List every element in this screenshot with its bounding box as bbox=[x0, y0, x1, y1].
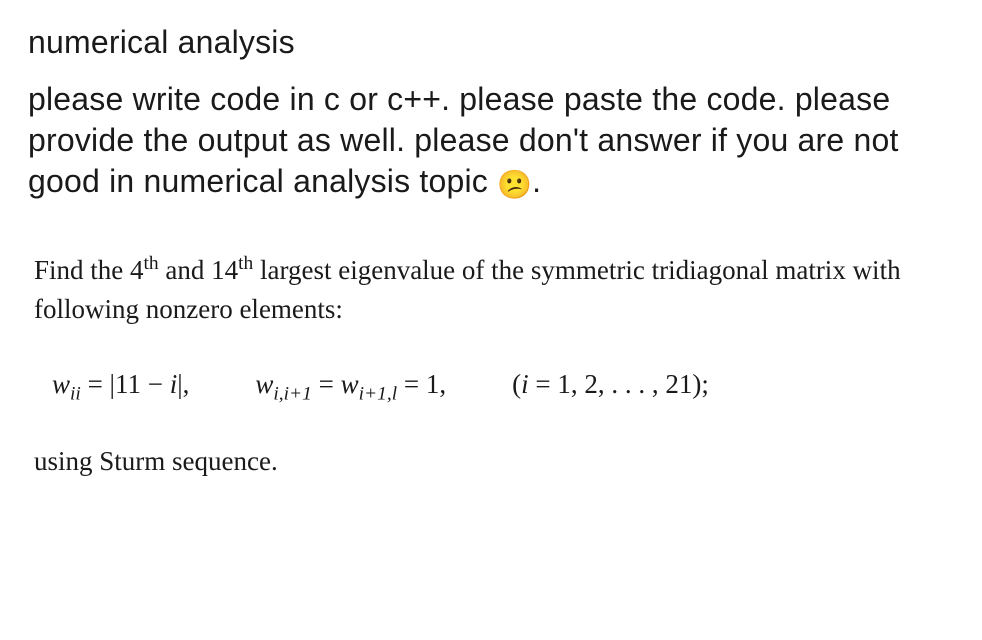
eq2-sub1: i,i+1 bbox=[273, 383, 312, 404]
ordinal-4: 4 bbox=[130, 255, 144, 285]
eq1-end: |, bbox=[177, 369, 189, 399]
eq3-open: ( bbox=[512, 369, 521, 399]
instructions-body: please write code in c or c++. please pa… bbox=[28, 81, 899, 199]
eq1-mid: = |11 − bbox=[81, 369, 170, 399]
problem-paragraph: Find the 4th and 14th largest eigenvalue… bbox=[34, 251, 934, 329]
problem-text-mid: and bbox=[159, 255, 211, 285]
equation-range: (i = 1, 2, . . . , 21); bbox=[512, 365, 709, 404]
eq1-sub: ii bbox=[70, 383, 81, 404]
instructions-period: . bbox=[532, 163, 541, 199]
ordinal-14-suffix: th bbox=[238, 253, 253, 274]
problem-closing: using Sturm sequence. bbox=[34, 442, 934, 481]
problem-statement: Find the 4th and 14th largest eigenvalue… bbox=[28, 251, 954, 482]
equation-diagonal: wii = |11 − i|, bbox=[52, 365, 189, 404]
equation-offdiagonal: wi,i+1 = wi+1,l = 1, bbox=[255, 365, 446, 404]
eq2-eq1: = bbox=[312, 369, 341, 399]
eq2-eq2: = 1, bbox=[397, 369, 446, 399]
ordinal-4-suffix: th bbox=[144, 253, 159, 274]
eq3-i: i bbox=[521, 369, 529, 399]
topic-title: numerical analysis bbox=[28, 24, 954, 61]
confused-face-icon: 😕 bbox=[497, 169, 532, 200]
equation-row: wii = |11 − i|, wi,i+1 = wi+1,l = 1, (i … bbox=[34, 365, 934, 404]
ordinal-14: 14 bbox=[211, 255, 238, 285]
eq3-rest: = 1, 2, . . . , 21); bbox=[529, 369, 709, 399]
eq1-w: w bbox=[52, 369, 70, 399]
eq2-w1: w bbox=[255, 369, 273, 399]
instructions-text: please write code in c or c++. please pa… bbox=[28, 79, 954, 203]
eq2-sub2: i+1,l bbox=[359, 383, 398, 404]
problem-text-pre: Find the bbox=[34, 255, 130, 285]
eq2-w2: w bbox=[341, 369, 359, 399]
